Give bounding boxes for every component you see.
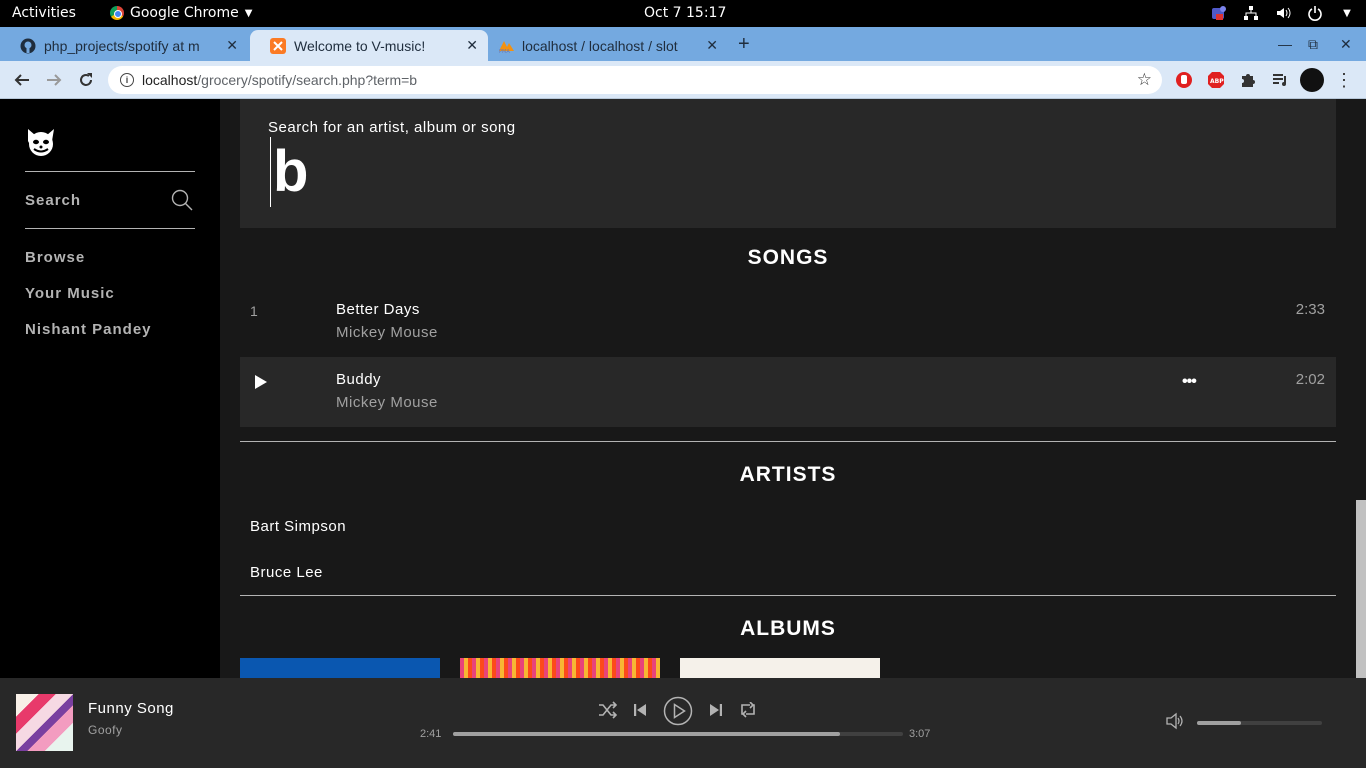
search-input[interactable]: b	[270, 137, 308, 207]
track-duration: 2:02	[1295, 371, 1325, 388]
play-icon[interactable]	[254, 374, 268, 395]
tab-title: Welcome to V-music!	[294, 37, 426, 54]
album-artwork[interactable]	[680, 658, 880, 678]
tab-strip: php_projects/spotify at m ✕ Welcome to V…	[0, 27, 1366, 61]
bookmark-star-icon[interactable]: ☆	[1137, 70, 1152, 90]
extensions-puzzle-icon[interactable]	[1238, 70, 1258, 90]
browser-toolbar: i localhost/grocery/spotify/search.php?t…	[0, 61, 1366, 99]
repeat-icon[interactable]	[738, 702, 758, 718]
chevron-down-icon[interactable]: ▼	[1338, 4, 1356, 22]
search-panel: Search for an artist, album or song b	[240, 99, 1336, 228]
track-name[interactable]: Buddy	[336, 371, 381, 388]
chevron-down-icon: ▼	[244, 7, 253, 19]
main-content: Search for an artist, album or song b SO…	[240, 99, 1336, 678]
search-prompt: Search for an artist, album or song	[268, 119, 516, 136]
albums-heading: ALBUMS	[740, 617, 836, 640]
close-icon[interactable]: ✕	[226, 37, 238, 54]
info-icon[interactable]: i	[120, 73, 134, 87]
adblock-stop-icon[interactable]	[1174, 70, 1194, 90]
sidebar-item-your-music[interactable]: Your Music	[25, 285, 115, 302]
next-icon[interactable]	[709, 703, 723, 717]
app-menu[interactable]: Google Chrome ▼	[110, 5, 252, 21]
close-icon[interactable]: ✕	[466, 37, 478, 54]
tab-title: php_projects/spotify at m	[44, 37, 200, 54]
artist-link[interactable]: Bart Simpson	[250, 518, 346, 535]
new-tab-icon[interactable]: +	[738, 33, 750, 56]
track-name[interactable]: Better Days	[336, 301, 420, 318]
github-icon	[20, 38, 36, 54]
sidebar-item-browse[interactable]: Browse	[25, 249, 85, 266]
play-button[interactable]	[663, 696, 693, 726]
sidebar-search[interactable]: Search	[25, 171, 195, 229]
media-queue-icon[interactable]	[1270, 70, 1290, 90]
search-icon[interactable]	[171, 189, 193, 216]
progress-fill	[453, 732, 840, 736]
track-artist[interactable]: Mickey Mouse	[336, 394, 438, 411]
total-time: 3:07	[909, 728, 931, 740]
now-playing-title[interactable]: Funny Song	[88, 700, 174, 717]
volume-icon[interactable]	[1165, 712, 1185, 735]
minimize-icon[interactable]: —	[1278, 36, 1292, 52]
current-time: 2:41	[420, 728, 442, 740]
track-row[interactable]: Buddy Mickey Mouse ••• 2:02	[240, 357, 1336, 427]
track-number: 1	[250, 303, 258, 319]
restore-icon[interactable]: ⧉	[1308, 36, 1318, 53]
sidebar: Search Browse Your Music Nishant Pandey	[0, 99, 220, 678]
forward-icon[interactable]	[43, 69, 65, 91]
logo[interactable]	[25, 125, 57, 162]
track-row[interactable]: 1 Better Days Mickey Mouse 2:33	[240, 287, 1336, 357]
artist-link[interactable]: Bruce Lee	[250, 564, 323, 581]
url-host: localhost	[142, 72, 198, 88]
page-scrollbar[interactable]	[1356, 500, 1366, 678]
track-artist[interactable]: Mickey Mouse	[336, 324, 438, 341]
url-path: /grocery/spotify/search.php?term=b	[197, 72, 418, 88]
svg-text:ABP: ABP	[1210, 78, 1224, 85]
power-icon[interactable]	[1306, 4, 1324, 22]
xampp-icon	[270, 37, 286, 54]
now-playing-bar: Funny Song Goofy 2:41 3:07	[0, 678, 1366, 768]
sidebar-item-profile[interactable]: Nishant Pandey	[25, 321, 152, 338]
previous-icon[interactable]	[633, 703, 647, 717]
volume-fill	[1197, 721, 1241, 725]
clock[interactable]: Oct 7 15:17	[644, 5, 726, 21]
volume-slider[interactable]	[1197, 721, 1322, 725]
close-icon[interactable]: ✕	[706, 37, 718, 54]
divider	[240, 595, 1336, 596]
tab-vmusic[interactable]: Welcome to V-music! ✕	[250, 30, 488, 61]
app-name: Google Chrome	[130, 5, 239, 21]
back-icon[interactable]	[11, 69, 33, 91]
sidebar-item-search[interactable]: Search	[25, 192, 81, 209]
address-bar[interactable]: i localhost/grocery/spotify/search.php?t…	[108, 66, 1162, 94]
album-artwork[interactable]	[460, 658, 660, 678]
track-duration: 2:33	[1295, 301, 1325, 318]
profile-avatar[interactable]	[1300, 68, 1324, 92]
songs-heading: SONGS	[747, 246, 829, 269]
progress-bar[interactable]	[453, 732, 903, 736]
volume-tray-icon[interactable]	[1274, 4, 1292, 22]
reload-icon[interactable]	[75, 69, 97, 91]
chrome-icon	[110, 6, 124, 20]
tab-github[interactable]: php_projects/spotify at m ✕	[0, 30, 248, 61]
tab-phpmyadmin[interactable]: PMA localhost / localhost / slot ✕	[488, 30, 728, 61]
artists-heading: ARTISTS	[739, 463, 837, 486]
now-playing-artist[interactable]: Goofy	[88, 723, 123, 737]
teams-icon[interactable]	[1210, 4, 1228, 22]
shuffle-icon[interactable]	[598, 701, 618, 719]
network-icon[interactable]	[1242, 4, 1260, 22]
album-artwork[interactable]	[240, 658, 440, 678]
menu-kebab-icon[interactable]: ⋮	[1334, 70, 1354, 90]
close-window-icon[interactable]: ✕	[1340, 36, 1352, 53]
phpmyadmin-icon: PMA	[498, 38, 514, 54]
divider	[240, 441, 1336, 442]
svg-text:PMA: PMA	[499, 49, 510, 54]
system-tray[interactable]: ▼	[1210, 4, 1356, 22]
system-top-bar: Activities Google Chrome ▼ Oct 7 15:17 ▼	[0, 0, 1366, 27]
tab-title: localhost / localhost / slot	[522, 37, 678, 54]
page-viewport: Search Browse Your Music Nishant Pandey …	[0, 99, 1366, 678]
abp-icon[interactable]: ABP	[1206, 70, 1226, 90]
activities-button[interactable]: Activities	[12, 5, 76, 21]
more-options-icon[interactable]: •••	[1182, 373, 1197, 391]
now-playing-artwork[interactable]	[16, 694, 73, 751]
